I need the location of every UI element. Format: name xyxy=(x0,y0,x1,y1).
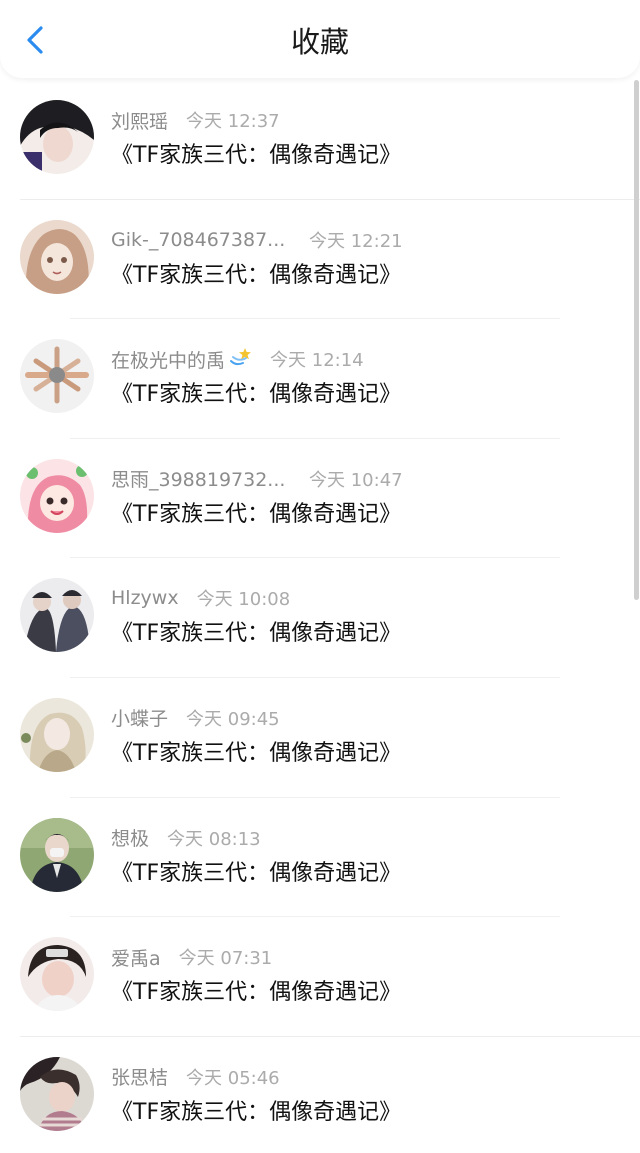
timestamp: 今天 12:21 xyxy=(309,230,403,252)
username[interactable]: Hlzywx xyxy=(111,587,179,609)
item-meta: 张思桔 今天 05:46 xyxy=(111,1063,280,1091)
list-item[interactable]: 刘熙瑶 今天 12:37 《TF家族三代：偶像奇遇记》 xyxy=(0,80,640,200)
avatar[interactable] xyxy=(20,817,94,892)
timestamp: 今天 08:13 xyxy=(167,828,261,850)
username[interactable]: 爱禹a xyxy=(111,944,161,971)
timestamp: 今天 05:46 xyxy=(186,1067,280,1089)
item-meta: 爱禹a 今天 07:31 xyxy=(111,943,272,971)
list-item[interactable]: Hlzywx 今天 10:08 《TF家族三代：偶像奇遇记》 xyxy=(0,558,640,678)
item-meta: Gik-_708467387... 今天 12:21 xyxy=(111,226,403,254)
collected-work-title[interactable]: 《TF家族三代：偶像奇遇记》 xyxy=(111,618,401,650)
item-meta: 刘熙瑶 今天 12:37 xyxy=(111,106,280,134)
list-item[interactable]: 爱禹a 今天 07:31 《TF家族三代：偶像奇遇记》 xyxy=(0,917,640,1037)
username[interactable]: 思雨_398819732... xyxy=(111,465,291,492)
page-title: 收藏 xyxy=(290,25,349,59)
avatar[interactable] xyxy=(20,937,94,1012)
avatar[interactable] xyxy=(20,219,94,294)
favorites-list: 刘熙瑶 今天 12:37 《TF家族三代：偶像奇遇记》 Gik-_7084673… xyxy=(0,80,640,1153)
timestamp: 今天 10:47 xyxy=(309,469,403,491)
collected-work-title[interactable]: 《TF家族三代：偶像奇遇记》 xyxy=(111,977,401,1009)
collected-work-title[interactable]: 《TF家族三代：偶像奇遇记》 xyxy=(111,738,401,770)
username[interactable]: 在极光中的禹 xyxy=(111,346,225,373)
item-meta: 思雨_398819732... 今天 10:47 xyxy=(111,465,403,493)
item-meta: 想极 今天 08:13 xyxy=(111,824,261,852)
avatar[interactable] xyxy=(20,458,94,533)
shooting-star-icon xyxy=(228,346,252,372)
username[interactable]: Gik-_708467387... xyxy=(111,229,291,251)
collected-work-title[interactable]: 《TF家族三代：偶像奇遇记》 xyxy=(111,858,401,890)
avatar[interactable] xyxy=(20,100,94,174)
timestamp: 今天 12:14 xyxy=(270,350,364,372)
item-meta: Hlzywx 今天 10:08 xyxy=(111,584,290,612)
collected-work-title[interactable]: 《TF家族三代：偶像奇遇记》 xyxy=(111,260,401,292)
username[interactable]: 张思桔 xyxy=(111,1063,168,1090)
item-meta: 小蝶子 今天 09:45 xyxy=(111,704,280,732)
timestamp: 今天 12:37 xyxy=(186,111,280,132)
list-item[interactable]: 想极 今天 08:13 《TF家族三代：偶像奇遇记》 xyxy=(0,798,640,918)
top-nav-bar: 收藏 xyxy=(0,0,640,78)
avatar[interactable] xyxy=(20,339,94,414)
avatar[interactable] xyxy=(20,697,94,772)
list-item[interactable]: 在极光中的禹 今天 12:14 《TF家族三代：偶像奇遇记》 xyxy=(0,319,640,439)
item-meta: 在极光中的禹 今天 12:14 xyxy=(111,345,364,373)
collected-work-title[interactable]: 《TF家族三代：偶像奇遇记》 xyxy=(111,379,401,411)
avatar[interactable] xyxy=(20,578,94,653)
list-item[interactable]: 思雨_398819732... 今天 10:47 《TF家族三代：偶像奇遇记》 xyxy=(0,439,640,559)
avatar[interactable] xyxy=(20,1056,94,1131)
list-item[interactable]: 小蝶子 今天 09:45 《TF家族三代：偶像奇遇记》 xyxy=(0,678,640,798)
collected-work-title[interactable]: 《TF家族三代：偶像奇遇记》 xyxy=(111,140,401,172)
timestamp: 今天 09:45 xyxy=(186,708,280,730)
list-item[interactable]: Gik-_708467387... 今天 12:21 《TF家族三代：偶像奇遇记… xyxy=(0,200,640,320)
collected-work-title[interactable]: 《TF家族三代：偶像奇遇记》 xyxy=(111,499,401,531)
username[interactable]: 小蝶子 xyxy=(111,704,168,731)
username[interactable]: 刘熙瑶 xyxy=(111,107,168,134)
collected-work-title[interactable]: 《TF家族三代：偶像奇遇记》 xyxy=(111,1097,401,1129)
timestamp: 今天 07:31 xyxy=(178,948,273,970)
username[interactable]: 想极 xyxy=(111,824,149,851)
favorites-page: 收藏 刘熙瑶 今天 12:37 《TF家族三代：偶像奇遇记》 Gik-_7084… xyxy=(0,0,640,1153)
list-item[interactable]: 张思桔 今天 05:46 《TF家族三代：偶像奇遇记》 xyxy=(0,1037,640,1153)
timestamp: 今天 10:08 xyxy=(196,589,291,611)
scrollbar[interactable] xyxy=(634,80,639,600)
